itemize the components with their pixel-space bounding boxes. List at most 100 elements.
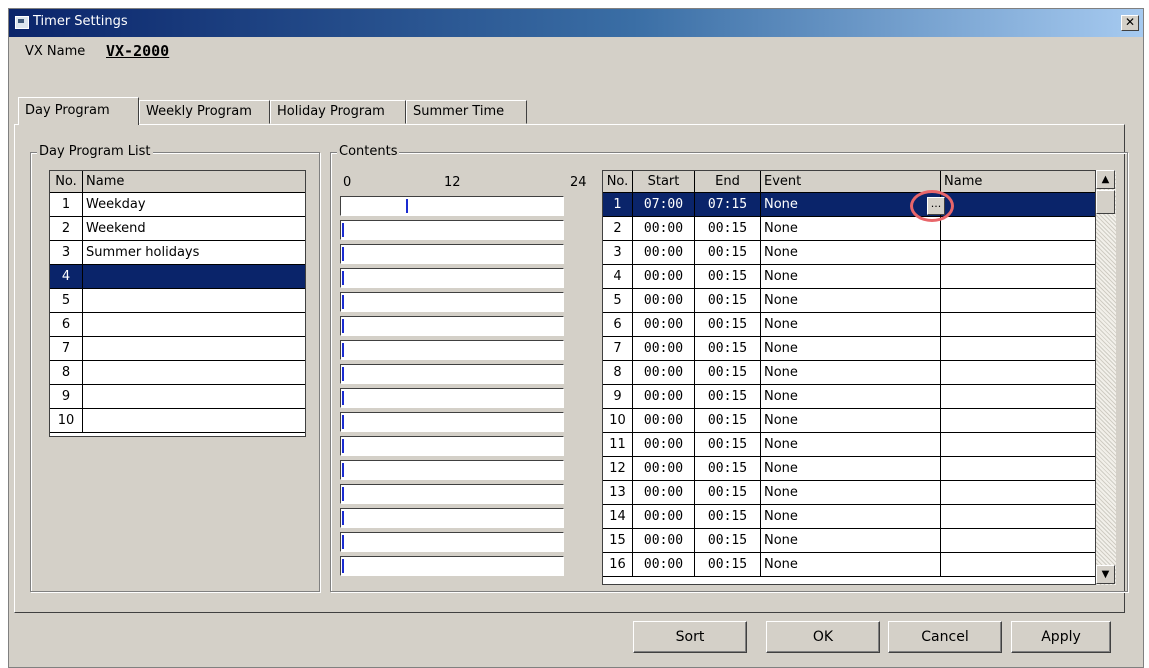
event-end-cell[interactable]: 00:15 — [695, 361, 761, 385]
event-name-cell[interactable] — [941, 289, 1095, 313]
event-event-cell[interactable]: None — [761, 361, 941, 385]
event-start-cell[interactable]: 00:00 — [633, 457, 695, 481]
event-end-cell[interactable]: 00:15 — [695, 529, 761, 553]
event-row[interactable]: 3 00:00 00:15 None — [603, 241, 1095, 265]
event-name-cell[interactable] — [941, 361, 1095, 385]
event-event-cell[interactable]: None — [761, 313, 941, 337]
event-row[interactable]: 15 00:00 00:15 None — [603, 529, 1095, 553]
column-header-name[interactable]: Name — [941, 171, 1095, 193]
event-end-cell[interactable]: 00:15 — [695, 217, 761, 241]
event-start-cell[interactable]: 00:00 — [633, 553, 695, 577]
tab-holiday-program[interactable]: Holiday Program — [270, 100, 406, 124]
timeline-bar[interactable] — [340, 484, 564, 504]
event-start-cell[interactable]: 00:00 — [633, 385, 695, 409]
event-start-cell[interactable]: 07:00 — [633, 193, 695, 217]
event-event-cell[interactable]: None — [761, 553, 941, 577]
event-end-cell[interactable]: 00:15 — [695, 505, 761, 529]
event-event-cell[interactable]: None — [761, 385, 941, 409]
event-row[interactable]: 11 00:00 00:15 None — [603, 433, 1095, 457]
day-program-row[interactable]: 7 — [50, 337, 305, 361]
event-row[interactable]: 10 00:00 00:15 None — [603, 409, 1095, 433]
day-program-row[interactable]: 8 — [50, 361, 305, 385]
event-start-cell[interactable]: 00:00 — [633, 433, 695, 457]
event-start-cell[interactable]: 00:00 — [633, 505, 695, 529]
event-row[interactable]: 6 00:00 00:15 None — [603, 313, 1095, 337]
event-event-cell[interactable]: None — [761, 529, 941, 553]
event-event-cell[interactable]: None — [761, 337, 941, 361]
timeline-bar[interactable] — [340, 388, 564, 408]
event-event-cell[interactable]: None — [761, 433, 941, 457]
event-name-cell[interactable] — [941, 241, 1095, 265]
column-header-end[interactable]: End — [695, 171, 761, 193]
event-table-scrollbar[interactable]: ▲ ▼ — [1096, 170, 1116, 585]
sort-button[interactable]: Sort — [633, 621, 747, 653]
event-name-cell[interactable] — [941, 457, 1095, 481]
event-row[interactable]: 8 00:00 00:15 None — [603, 361, 1095, 385]
timeline-bar[interactable] — [340, 364, 564, 384]
event-start-cell[interactable]: 00:00 — [633, 313, 695, 337]
day-program-row[interactable]: 3 Summer holidays — [50, 241, 305, 265]
event-end-cell[interactable]: 00:15 — [695, 433, 761, 457]
scroll-up-button[interactable]: ▲ — [1096, 170, 1115, 189]
day-program-row[interactable]: 9 — [50, 385, 305, 409]
event-name-cell[interactable] — [941, 385, 1095, 409]
event-name-cell[interactable] — [941, 217, 1095, 241]
timeline-bar[interactable] — [340, 196, 564, 216]
event-event-cell[interactable]: None — [761, 505, 941, 529]
timeline-bar[interactable] — [340, 244, 564, 264]
event-start-cell[interactable]: 00:00 — [633, 337, 695, 361]
ok-button[interactable]: OK — [766, 621, 880, 653]
event-event-cell[interactable]: None — [761, 481, 941, 505]
event-start-cell[interactable]: 00:00 — [633, 529, 695, 553]
timeline-bar[interactable] — [340, 316, 564, 336]
day-program-row[interactable]: 4 — [50, 265, 305, 289]
timeline-bar[interactable] — [340, 268, 564, 288]
event-event-cell[interactable]: None — [761, 265, 941, 289]
column-header-start[interactable]: Start — [633, 171, 695, 193]
tab-day-program[interactable]: Day Program — [18, 97, 139, 125]
close-button[interactable]: ✕ — [1121, 15, 1139, 31]
event-name-cell[interactable] — [941, 409, 1095, 433]
event-end-cell[interactable]: 00:15 — [695, 265, 761, 289]
event-end-cell[interactable]: 00:15 — [695, 313, 761, 337]
event-event-cell[interactable]: None — [761, 409, 941, 433]
event-start-cell[interactable]: 00:00 — [633, 289, 695, 313]
event-end-cell[interactable]: 00:15 — [695, 337, 761, 361]
event-end-cell[interactable]: 00:15 — [695, 409, 761, 433]
column-header-no[interactable]: No. — [603, 171, 633, 193]
event-row[interactable]: 1 07:00 07:15 None — [603, 193, 1095, 217]
cancel-button[interactable]: Cancel — [888, 621, 1002, 653]
event-start-cell[interactable]: 00:00 — [633, 241, 695, 265]
tab-summer-time[interactable]: Summer Time — [406, 100, 527, 124]
event-end-cell[interactable]: 00:15 — [695, 289, 761, 313]
timeline-bar[interactable] — [340, 340, 564, 360]
event-name-cell[interactable] — [941, 337, 1095, 361]
event-row[interactable]: 5 00:00 00:15 None — [603, 289, 1095, 313]
timeline-bar[interactable] — [340, 460, 564, 480]
event-event-cell[interactable]: None — [761, 241, 941, 265]
event-start-cell[interactable]: 00:00 — [633, 481, 695, 505]
event-name-cell[interactable] — [941, 433, 1095, 457]
event-start-cell[interactable]: 00:00 — [633, 265, 695, 289]
event-name-cell[interactable] — [941, 553, 1095, 577]
event-row[interactable]: 12 00:00 00:15 None — [603, 457, 1095, 481]
event-start-cell[interactable]: 00:00 — [633, 361, 695, 385]
day-program-row[interactable]: 6 — [50, 313, 305, 337]
event-end-cell[interactable]: 00:15 — [695, 241, 761, 265]
timeline-bar[interactable] — [340, 508, 564, 528]
event-end-cell[interactable]: 00:15 — [695, 481, 761, 505]
event-event-cell[interactable]: None — [761, 289, 941, 313]
event-name-cell[interactable] — [941, 505, 1095, 529]
event-end-cell[interactable]: 00:15 — [695, 457, 761, 481]
event-name-cell[interactable] — [941, 481, 1095, 505]
event-row[interactable]: 16 00:00 00:15 None — [603, 553, 1095, 577]
event-name-cell[interactable] — [941, 313, 1095, 337]
day-program-list[interactable]: No. Name 1 Weekday 2 Weekend 3 Summer holidays 4… — [49, 170, 306, 437]
event-row[interactable]: 13 00:00 00:15 None — [603, 481, 1095, 505]
event-row[interactable]: 9 00:00 00:15 None — [603, 385, 1095, 409]
title-bar[interactable]: Timer Settings ✕ — [9, 9, 1143, 37]
event-row[interactable]: 7 00:00 00:15 None — [603, 337, 1095, 361]
column-header-event[interactable]: Event — [761, 171, 941, 193]
tab-weekly-program[interactable]: Weekly Program — [139, 100, 270, 124]
scroll-thumb[interactable] — [1096, 190, 1115, 214]
